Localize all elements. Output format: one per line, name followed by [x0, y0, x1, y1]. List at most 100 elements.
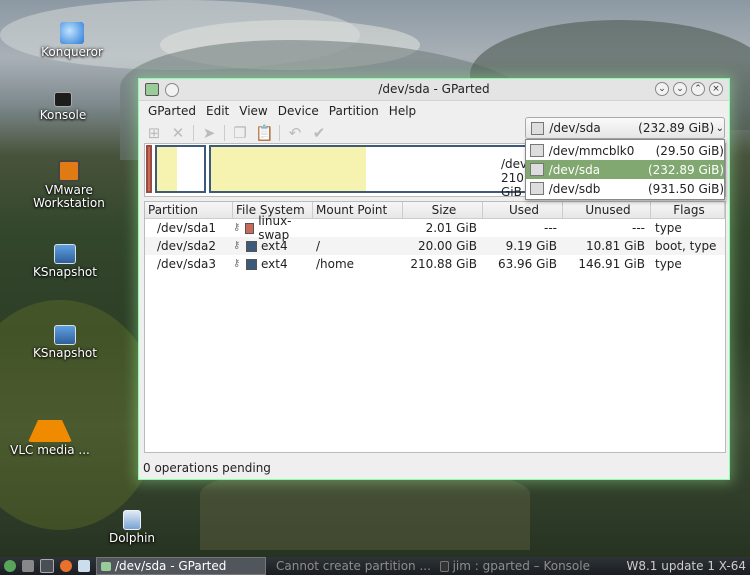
column-mount-point[interactable]: Mount Point	[313, 202, 403, 218]
paste-icon[interactable]: 📋	[255, 124, 274, 142]
task-label: /dev/sda - GParted	[115, 559, 227, 573]
window-title: /dev/sda - GParted	[378, 82, 490, 96]
cell-partition: /dev/sda1	[157, 221, 217, 235]
activities-icon[interactable]	[22, 560, 34, 572]
cell-flags: boot, type	[655, 239, 717, 253]
column-unused[interactable]: Unused	[563, 202, 651, 218]
desktop-icon-label: VMware Workstation	[33, 183, 105, 210]
cell-flags: type	[655, 257, 682, 271]
show-desktop-icon[interactable]	[40, 559, 54, 573]
device-option-name: /dev/sdb	[548, 181, 601, 196]
device-option-sdb[interactable]: /dev/sdb (931.50 GiB)	[526, 179, 724, 198]
start-menu-icon[interactable]	[4, 560, 16, 572]
apply-icon[interactable]: ✔	[310, 124, 328, 142]
title-bar[interactable]: /dev/sda - GParted ⌄ ⌄ ⌃ ×	[139, 79, 729, 101]
partition-block-sda1[interactable]	[146, 145, 152, 193]
device-option-name: /dev/sda	[548, 162, 601, 177]
desktop-icon-konqueror[interactable]: Konqueror	[27, 22, 117, 59]
dolphin-file-icon	[123, 510, 141, 530]
taskbar: /dev/sda - GParted Cannot create partiti…	[0, 557, 750, 575]
cell-unused: 146.91 GiB	[578, 257, 645, 271]
task-gparted[interactable]: /dev/sda - GParted	[96, 557, 266, 575]
cell-file-system: linux-swap	[258, 214, 292, 242]
table-header: Partition File System Mount Point Size U…	[145, 202, 725, 219]
cell-mount-point: /	[316, 239, 321, 253]
column-used[interactable]: Used	[483, 202, 563, 218]
partition-block-sda2[interactable]	[155, 145, 206, 193]
device-option-mmcblk0[interactable]: /dev/mmcblk0 (29.50 GiB)	[526, 141, 724, 160]
cell-used: 63.96 GiB	[497, 257, 557, 271]
used-space-fill	[157, 147, 177, 191]
undo-icon[interactable]: ↶	[286, 124, 304, 142]
device-option-size: (232.89 GiB)	[647, 162, 724, 177]
desktop-icon-ksnapshot[interactable]: KSnapshot	[20, 244, 110, 279]
disk-icon	[530, 163, 544, 176]
desktop-icon-konsole[interactable]: Konsole	[18, 92, 108, 122]
delete-partition-icon[interactable]: ✕	[169, 124, 187, 142]
desktop-icon-label: VLC media ...	[10, 443, 90, 457]
cell-file-system: ext4	[261, 257, 288, 271]
table-row[interactable]: /dev/sda2 ⚷ ext4 / 20.00 GiB 9.19 GiB 10…	[145, 237, 725, 255]
device-option-sda[interactable]: /dev/sda (232.89 GiB)	[526, 160, 724, 179]
gparted-window: /dev/sda - GParted ⌄ ⌄ ⌃ × GParted Edit …	[138, 78, 730, 480]
desktop-icon-vmware[interactable]: VMware Workstation	[24, 160, 114, 210]
menu-edit[interactable]: Edit	[201, 104, 234, 118]
menu-help[interactable]: Help	[384, 104, 421, 118]
toolbar-separator	[193, 125, 194, 141]
new-partition-icon[interactable]: ⊞	[145, 124, 163, 142]
menu-device[interactable]: Device	[273, 104, 324, 118]
task-cannot-create-partition[interactable]: Cannot create partition ...	[272, 558, 430, 574]
cell-partition: /dev/sda3	[157, 257, 217, 271]
task-konsole[interactable]: jim : gparted – Konsole	[436, 558, 594, 574]
partition-table: Partition File System Mount Point Size U…	[144, 201, 726, 453]
cell-partition: /dev/sda2	[157, 239, 217, 253]
file-manager-icon[interactable]	[78, 560, 90, 572]
vlc-cone-icon	[28, 398, 72, 442]
table-row[interactable]: /dev/sda1 ⚷ linux-swap 2.01 GiB --- --- …	[145, 214, 725, 242]
device-option-name: /dev/mmcblk0	[548, 143, 635, 158]
cell-size: 2.01 GiB	[425, 221, 477, 235]
gparted-app-icon	[101, 561, 111, 571]
firefox-icon[interactable]	[60, 560, 72, 572]
key-icon: ⚷	[233, 222, 241, 233]
device-selector[interactable]: /dev/sda (232.89 GiB) ⌄	[525, 117, 725, 139]
desktop-icon-label: KSnapshot	[33, 346, 97, 360]
shade-button[interactable]: ⌄	[655, 82, 669, 96]
task-label: Cannot create partition ...	[276, 559, 430, 573]
cell-size: 20.00 GiB	[417, 239, 477, 253]
partition-block-sda3[interactable]: /dev/sda3 210.88 GiB	[209, 145, 560, 199]
status-bar: 0 operations pending	[143, 461, 271, 475]
cell-size: 210.88 GiB	[410, 257, 477, 271]
resize-move-icon[interactable]: ➤	[200, 124, 218, 142]
key-icon: ⚷	[233, 258, 241, 269]
fs-color-swatch	[246, 258, 257, 270]
maximize-button[interactable]: ⌃	[691, 82, 705, 96]
cell-unused: 10.81 GiB	[585, 239, 645, 253]
menu-view[interactable]: View	[234, 104, 272, 118]
desktop-icon-dolphin[interactable]: Dolphin	[87, 510, 177, 545]
chevron-down-icon: ⌄	[715, 122, 724, 134]
disk-icon	[530, 182, 544, 195]
background-ridge	[200, 470, 530, 550]
menu-partition[interactable]: Partition	[324, 104, 384, 118]
ksnapshot-icon	[54, 325, 76, 345]
task-label: jim : gparted – Konsole	[452, 559, 590, 573]
desktop-icon-ksnapshot-2[interactable]: KSnapshot	[20, 325, 110, 360]
copy-icon[interactable]: ❐	[231, 124, 249, 142]
cell-unused: ---	[632, 221, 645, 235]
fs-color-swatch	[246, 240, 257, 252]
minimize-button[interactable]: ⌄	[673, 82, 687, 96]
close-button[interactable]: ×	[709, 82, 723, 96]
table-row[interactable]: /dev/sda3 ⚷ ext4 /home 210.88 GiB 63.96 …	[145, 255, 725, 273]
menu-gparted[interactable]: GParted	[143, 104, 201, 118]
column-size[interactable]: Size	[403, 202, 483, 218]
device-dropdown: /dev/mmcblk0 (29.50 GiB) /dev/sda (232.8…	[525, 139, 725, 200]
column-partition[interactable]: Partition	[145, 202, 233, 218]
tray-text: W8.1 update 1 X-64	[626, 559, 746, 573]
column-flags[interactable]: Flags	[651, 202, 725, 218]
desktop-icon-vlc[interactable]: VLC media ...	[5, 398, 95, 457]
terminal-icon	[440, 560, 449, 572]
desktop-icon-label: Konqueror	[41, 45, 103, 59]
cell-mount-point: /home	[316, 257, 355, 271]
cell-flags: type	[655, 221, 682, 235]
